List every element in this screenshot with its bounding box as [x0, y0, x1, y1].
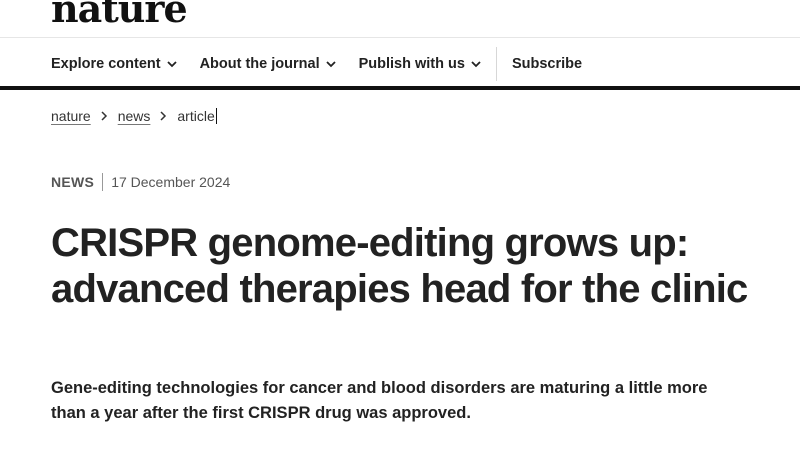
nav-explore-content-label: Explore content: [51, 56, 161, 72]
chevron-down-icon: [166, 60, 177, 68]
article-meta: NEWS 17 December 2024: [51, 173, 230, 191]
chevron-down-icon: [325, 60, 336, 68]
article-standfirst: Gene-editing technologies for cancer and…: [51, 379, 708, 422]
main-nav: Explore content About the journal Publis…: [51, 46, 605, 82]
nature-logo[interactable]: nature: [51, 0, 188, 28]
article-type[interactable]: NEWS: [51, 174, 94, 190]
article-title: CRISPR genome-editing grows up: advanced…: [51, 221, 748, 311]
breadcrumb-news[interactable]: news: [118, 108, 151, 124]
nav-subscribe[interactable]: Subscribe: [512, 56, 582, 72]
nav-subscribe-label: Subscribe: [511, 56, 583, 72]
header-divider: [0, 37, 800, 38]
text-cursor: [215, 108, 217, 124]
nav-about-the-journal-label: About the journal: [199, 56, 320, 72]
article-date: 17 December 2024: [111, 174, 231, 190]
breadcrumb: nature news article: [51, 108, 217, 124]
nav-divider: [495, 47, 497, 81]
meta-divider: [102, 173, 104, 191]
chevron-right-icon: [160, 111, 167, 121]
header-bottom-rule: [0, 86, 800, 90]
nav-explore-content[interactable]: Explore content: [51, 56, 177, 72]
chevron-right-icon: [101, 111, 108, 121]
chevron-down-icon: [471, 60, 481, 68]
breadcrumb-nature[interactable]: nature: [51, 108, 91, 124]
nav-publish-with-us-label: Publish with us: [358, 56, 465, 72]
nav-about-the-journal[interactable]: About the journal: [200, 56, 336, 72]
nav-publish-with-us[interactable]: Publish with us: [359, 56, 481, 72]
breadcrumb-article: article: [177, 108, 215, 124]
